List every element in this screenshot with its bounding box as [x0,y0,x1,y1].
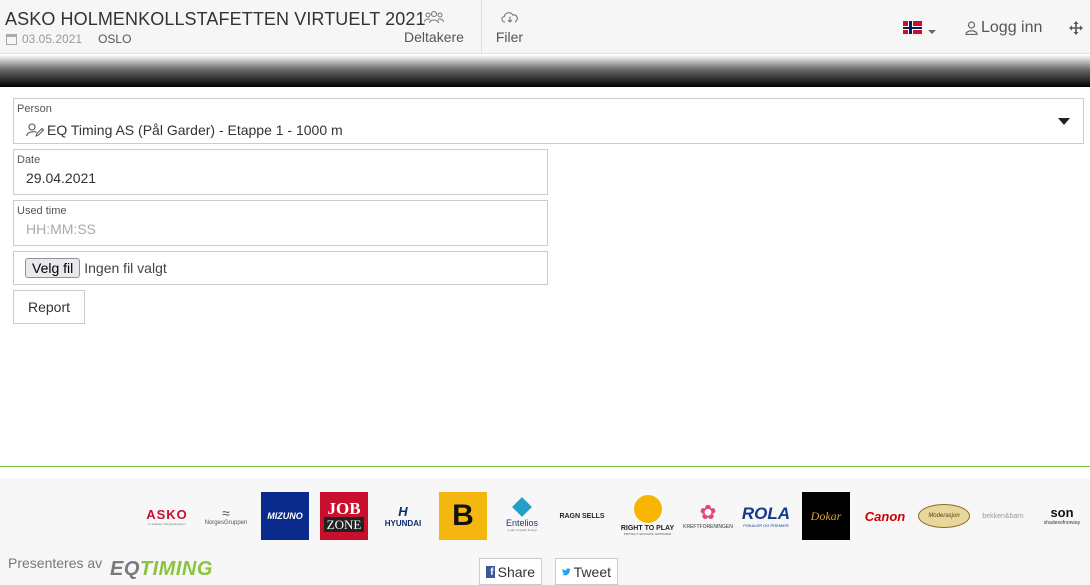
cloud-download-icon [500,11,518,23]
sponsor-logo[interactable]: bekken&barn [976,508,1030,524]
login-label: Logg inn [981,19,1043,36]
person-value: EQ Timing AS (Pål Garder) - Etappe 1 - 1… [26,122,343,138]
sponsor-logo[interactable]: son shadesofnorway [1040,502,1084,530]
person-select[interactable]: Person EQ Timing AS (Pål Garder) - Etapp… [13,98,1084,144]
caret-down-icon[interactable] [1058,118,1070,125]
language-caret-icon[interactable] [928,30,936,34]
used-time-placeholder: HH:MM:SS [26,221,96,237]
nav-deltakere-label: Deltakere [404,28,464,45]
sponsor-logo[interactable]: Entelios a part of Agder Energi [498,496,546,536]
share-label: Share [497,563,535,580]
login-button[interactable]: Logg inn [965,19,1042,37]
sponsor-logo[interactable]: ROLA POKALER OG PREMIER [740,502,792,530]
choose-file-button[interactable]: Velg fil [25,258,81,278]
nav-deltakere[interactable]: Deltakere [395,0,473,54]
sponsor-logo[interactable]: B [439,492,487,540]
user-icon [965,21,978,35]
date-label: Date [17,154,41,166]
facebook-icon: f [486,565,495,578]
event-location: OSLO [98,32,132,46]
norway-flag-icon[interactable] [903,21,922,34]
twitter-icon [562,567,571,575]
sponsor-logo[interactable]: Canon [858,506,912,526]
tweet-label: Tweet [573,563,611,580]
tweet-button[interactable]: Tweet [555,558,618,585]
users-icon [424,10,444,23]
facebook-share-button[interactable]: f Share [479,558,542,585]
user-edit-icon [26,123,44,137]
eqtiming-logo[interactable]: EQTIMING [110,558,213,581]
sponsor-logo[interactable]: ≈ NorgesGruppen [200,502,252,530]
file-status: Ingen fil valgt [84,260,167,276]
footer: ASKO et selskap i NorgesGruppen ≈ Norges… [0,478,1090,585]
person-value-text: EQ Timing AS (Pål Garder) - Etappe 1 - 1… [47,122,343,138]
sponsor-logo[interactable]: RIGHT TO PLAY PROTECT. EDUCATE. EMPOWER [620,490,675,540]
sponsor-logo[interactable]: Dokar [802,492,850,540]
sponsor-logo[interactable]: ASKO et selskap i NorgesGruppen [142,504,192,528]
event-title: ASKO HOLMENKOLLSTAFETTEN VIRTUELT 2021 [5,9,426,29]
person-label: Person [17,103,52,115]
sponsor-logo[interactable]: RAGN SELLS [556,508,608,524]
calendar-icon [6,33,17,45]
nav-filer-label: Filer [495,28,524,45]
date-value: 29.04.2021 [26,170,97,186]
sponsor-logo[interactable]: JOB ZONE [320,492,368,540]
used-time-field[interactable]: Used time HH:MM:SS [13,200,548,246]
sponsor-logo[interactable]: ✿ KREFTFORENINGEN [682,498,734,534]
report-button[interactable]: Report [13,290,85,324]
dark-banner-bar [0,55,1090,87]
nav-filer[interactable]: Filer [481,0,537,54]
sponsor-logo[interactable]: H HYUNDAI [378,500,428,532]
event-date: 03.05.2021 [22,32,83,46]
sponsor-logos: ASKO et selskap i NorgesGruppen ≈ Norges… [0,478,1090,548]
top-header: ASKO HOLMENKOLLSTAFETTEN VIRTUELT 2021 0… [0,0,1090,54]
presented-by-label: Presenteres av [8,555,103,571]
sponsor-logo[interactable]: Moderasjon [918,504,970,528]
event-meta: 03.05.2021 OSLO [6,32,131,46]
move-icon[interactable] [1069,21,1083,35]
footer-divider [0,466,1090,467]
sponsor-logo[interactable]: MIZUNO [261,492,309,540]
used-time-label: Used time [17,205,67,217]
date-field[interactable]: Date 29.04.2021 [13,149,548,195]
file-input[interactable]: Velg fil Ingen fil valgt [13,251,548,285]
